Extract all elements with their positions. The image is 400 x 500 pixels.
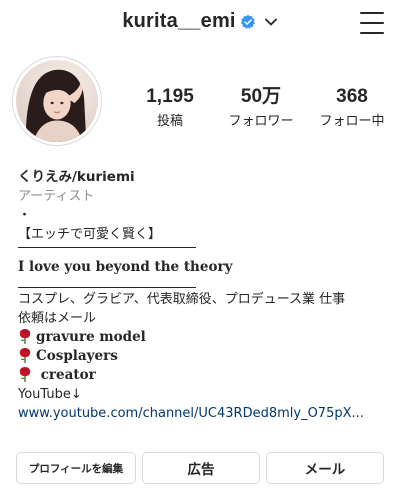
youtube-label: YouTube↓	[18, 387, 82, 402]
bio-desc-line: 依頼はメール	[18, 311, 97, 326]
rose-icon	[19, 348, 31, 363]
avatar[interactable]	[12, 56, 102, 146]
category-label: アーティスト	[18, 189, 95, 204]
avatar-photo	[16, 60, 98, 142]
rose-icon	[19, 329, 31, 344]
bio-dot: ・	[18, 208, 32, 223]
posts-stat[interactable]: 1,195 投稿	[130, 86, 210, 129]
edit-profile-button[interactable]: プロフィールを編集	[16, 452, 136, 484]
bio-item-text: creator	[40, 367, 96, 383]
profile-stats: 1,195 投稿 50万 フォロワー 368 フォロー中	[130, 86, 392, 129]
menu-line	[360, 32, 384, 34]
following-label: フォロー中	[319, 114, 385, 129]
menu-line	[360, 12, 384, 14]
bio-item: Cosplayers	[18, 347, 390, 366]
display-name: くりえみ/kuriemi	[18, 169, 135, 185]
bio-desc-line: コスプレ、グラビア、代表取締役、プロデュース業 仕事	[18, 292, 346, 307]
website-link[interactable]: www.youtube.com/channel/UC43RDed8mly_O75…	[18, 404, 390, 423]
bio-item-text: gravure model	[36, 329, 146, 345]
username: kurita__emi	[122, 10, 236, 32]
verified-badge-icon	[240, 14, 255, 29]
avatar-portrait-icon	[16, 60, 98, 142]
profile-actions: プロフィールを編集 広告 メール	[16, 452, 384, 484]
bio-item: gravure model	[18, 328, 390, 347]
chevron-down-icon[interactable]	[264, 15, 278, 29]
divider	[18, 287, 196, 288]
bio-item: creator	[18, 366, 390, 385]
ad-button[interactable]: 広告	[142, 452, 260, 484]
hamburger-menu-icon[interactable]	[360, 12, 384, 34]
posts-count: 1,195	[146, 86, 194, 107]
rose-icon	[19, 367, 31, 382]
bio-tagline: 【エッチで可愛く賢く】	[18, 225, 390, 248]
following-count: 368	[336, 86, 368, 107]
bio-item-text: Cosplayers	[36, 348, 118, 364]
username-switcher[interactable]: kurita__emi	[0, 10, 400, 33]
menu-line	[360, 22, 384, 24]
following-stat[interactable]: 368 フォロー中	[312, 86, 392, 129]
bio-love-line: I love you beyond the theory	[18, 259, 233, 275]
followers-count: 50万	[240, 86, 282, 107]
profile-header: kurita__emi	[0, 0, 400, 50]
email-button[interactable]: メール	[266, 452, 384, 484]
followers-stat[interactable]: 50万 フォロワー	[221, 86, 301, 129]
tagline-text: 【エッチで可愛く賢く】	[18, 227, 162, 242]
posts-label: 投稿	[156, 114, 183, 129]
profile-bio: くりえみ/kuriemi アーティスト ・ 【エッチで可愛く賢く】 I love…	[18, 168, 390, 423]
followers-label: フォロワー	[228, 114, 294, 129]
